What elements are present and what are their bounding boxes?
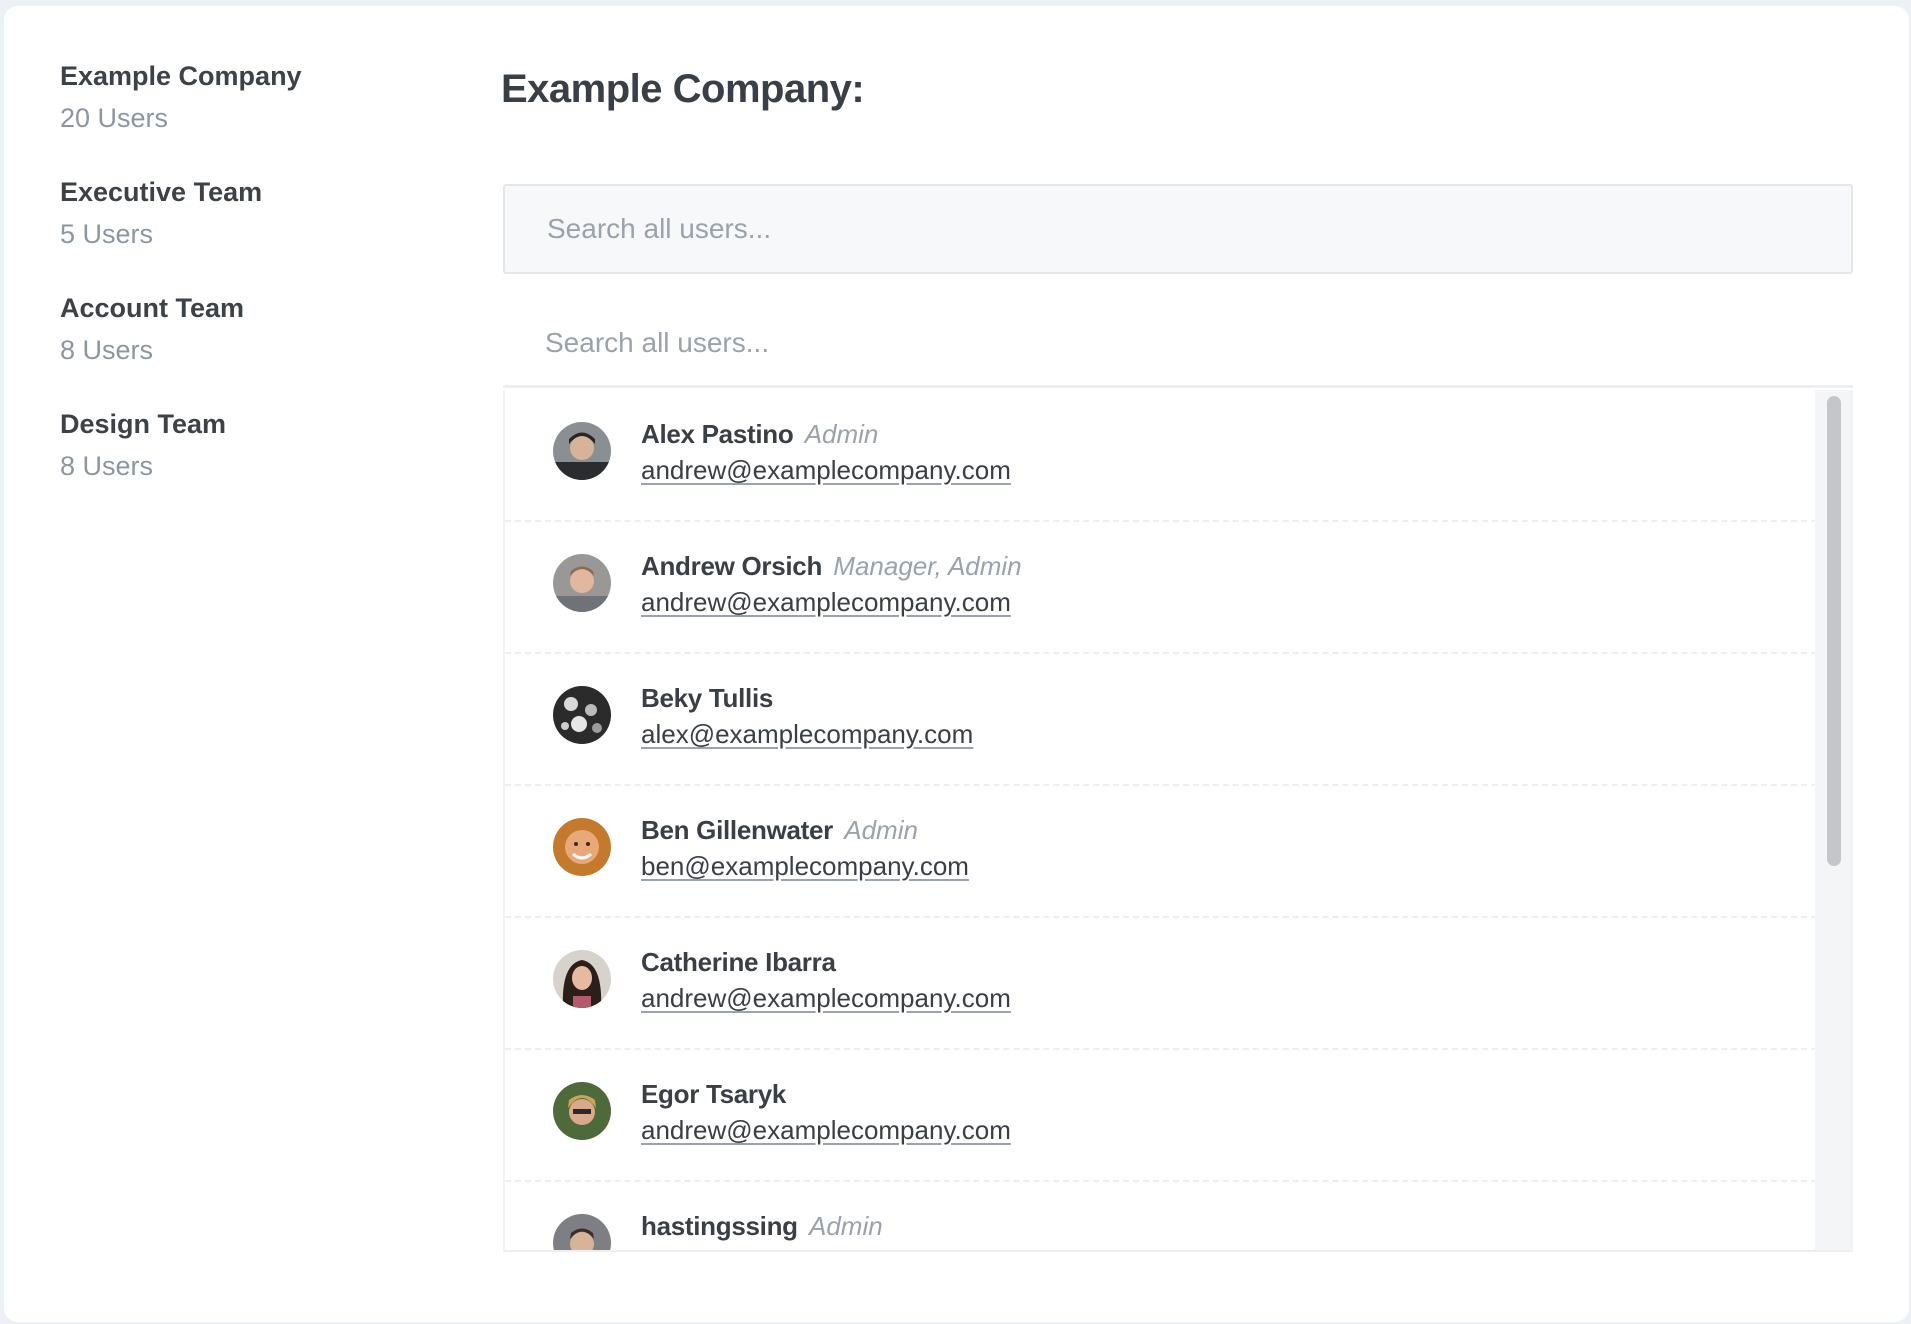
user-row[interactable]: Beky Tullis alex@examplecompany.com [505, 654, 1817, 786]
scrollbar-track[interactable] [1815, 390, 1851, 1250]
sidebar-group-executive-team[interactable]: Executive Team 5 Users [60, 174, 400, 252]
user-name-line: hastingssing Admin [641, 1210, 883, 1242]
user-name: hastingssing [641, 1211, 798, 1241]
group-name: Design Team [60, 409, 227, 439]
group-user-count: 8 Users [60, 335, 154, 365]
user-name-line: Andrew Orsich Manager, Admin [641, 550, 1022, 582]
user-email-link[interactable]: ben@examplecompany.com [641, 850, 969, 882]
user-email-link[interactable]: andrew@examplecompany.com [641, 454, 1011, 486]
user-name-line: Beky Tullis [641, 682, 773, 714]
sidebar-group-example-company[interactable]: Example Company 20 Users [60, 58, 400, 136]
user-row[interactable]: Alex Pastino Admin andrew@examplecompany… [505, 390, 1817, 522]
user-name: Alex Pastino [641, 419, 794, 449]
panel: Example Company 20 Users Executive Team … [4, 6, 1909, 1322]
user-row[interactable]: Catherine Ibarra andrew@examplecompany.c… [505, 918, 1817, 1050]
user-email-link[interactable]: andrew@examplecompany.com [641, 586, 1011, 618]
filter-input[interactable] [503, 300, 1853, 388]
scrollbar-thumb[interactable] [1827, 396, 1841, 866]
avatar[interactable] [553, 1082, 611, 1140]
sidebar-group-design-team[interactable]: Design Team 8 Users [60, 406, 400, 484]
group-name: Example Company [60, 61, 302, 91]
avatar[interactable] [553, 686, 611, 744]
group-name: Executive Team [60, 177, 263, 207]
user-role: Admin [809, 1211, 883, 1241]
user-email-link[interactable]: andrew@examplecompany.com [641, 982, 1011, 1014]
page-title: Example Company: [501, 67, 865, 111]
user-list[interactable]: Alex Pastino Admin andrew@examplecompany… [503, 390, 1853, 1252]
user-role: Manager, Admin [833, 551, 1022, 581]
sidebar-group-account-team[interactable]: Account Team 8 Users [60, 290, 400, 368]
avatar[interactable] [553, 818, 611, 876]
avatar[interactable] [553, 1214, 611, 1250]
group-user-count: 20 Users [60, 103, 169, 133]
user-name: Egor Tsaryk [641, 1079, 787, 1109]
user-email-link[interactable]: alex@examplecompany.com [641, 718, 973, 750]
user-role: Admin [804, 419, 879, 449]
user-row[interactable]: Ben Gillenwater Admin ben@examplecompany… [505, 786, 1817, 918]
user-row[interactable]: Andrew Orsich Manager, Admin andrew@exam… [505, 522, 1817, 654]
user-name-line: Catherine Ibarra [641, 946, 836, 978]
user-rows: Alex Pastino Admin andrew@examplecompany… [505, 390, 1817, 1250]
user-name: Ben Gillenwater [641, 815, 833, 845]
avatar[interactable] [553, 554, 611, 612]
group-name: Account Team [60, 293, 245, 323]
user-name-line: Egor Tsaryk [641, 1078, 786, 1110]
user-name-line: Alex Pastino Admin [641, 418, 878, 450]
user-name: Beky Tullis [641, 683, 774, 713]
group-sidebar: Example Company 20 Users Executive Team … [60, 58, 400, 522]
user-name-line: Ben Gillenwater Admin [641, 814, 918, 846]
avatar[interactable] [553, 950, 611, 1008]
user-name: Catherine Ibarra [641, 947, 836, 977]
user-row[interactable]: Egor Tsaryk andrew@examplecompany.com [505, 1050, 1817, 1182]
avatar[interactable] [553, 422, 611, 480]
search-input[interactable] [503, 184, 1853, 274]
user-name: Andrew Orsich [641, 551, 823, 581]
user-row[interactable]: hastingssing Admin [505, 1182, 1817, 1250]
group-user-count: 5 Users [60, 219, 154, 249]
group-user-count: 8 Users [60, 451, 154, 481]
main-content: Example Company: Alex Pastino [501, 64, 1855, 1252]
user-email-link[interactable]: andrew@examplecompany.com [641, 1114, 1011, 1146]
user-role: Admin [844, 815, 918, 845]
